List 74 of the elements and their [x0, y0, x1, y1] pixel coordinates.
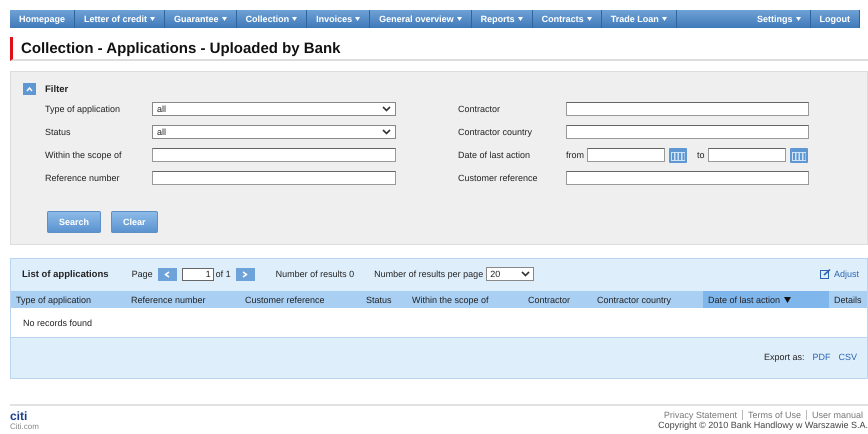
- page-count: of 1: [216, 269, 231, 279]
- list-title: List of applications: [22, 268, 109, 280]
- nav-menu-item[interactable]: Letter of credit: [75, 10, 166, 28]
- per-page-dropdown[interactable]: 20: [486, 267, 534, 281]
- text-field[interactable]: [566, 125, 809, 139]
- nav-menu-item[interactable]: General overview: [370, 10, 472, 28]
- calendar-icon[interactable]: [790, 147, 808, 163]
- chevron-left-icon: [164, 270, 170, 278]
- column-header[interactable]: Customer reference: [240, 291, 361, 308]
- text-field[interactable]: [152, 171, 396, 185]
- date-field[interactable]: [587, 148, 665, 162]
- copyright: Copyright © 2010 Bank Handlowy w Warszawie S.A.: [658, 420, 868, 430]
- page-title: Collection - Applications - Uploaded by Bank: [21, 40, 340, 56]
- next-page-button[interactable]: [236, 268, 255, 280]
- export-link[interactable]: PDF: [812, 352, 830, 362]
- per-page-label: Number of results per page: [374, 269, 484, 279]
- nav-menu-item[interactable]: Contracts: [532, 10, 602, 28]
- column-header[interactable]: Type of application: [11, 291, 126, 308]
- chevron-icon: [521, 271, 530, 277]
- page-field[interactable]: 1: [182, 268, 214, 280]
- collapse-toggle[interactable]: [23, 83, 36, 95]
- from-label: from: [566, 150, 584, 160]
- field-label: Contractor: [458, 104, 502, 114]
- field-label: Within the scope of: [45, 150, 123, 160]
- field-label: Reference number: [45, 173, 121, 183]
- date-field[interactable]: [708, 148, 786, 162]
- footer-link[interactable]: Privacy Statement: [658, 410, 742, 420]
- footer-link[interactable]: User manual: [806, 410, 868, 420]
- logo[interactable]: citi: [10, 410, 39, 422]
- text-field[interactable]: [566, 102, 809, 116]
- to-label: to: [697, 150, 705, 160]
- page-label: Page: [132, 269, 153, 279]
- empty-message: No records found: [11, 308, 867, 338]
- dropdown-field[interactable]: all: [152, 102, 396, 116]
- nav-menu-item[interactable]: Guarantee: [165, 10, 237, 28]
- dropdown-field[interactable]: all: [152, 125, 396, 139]
- chevron-icon: [382, 129, 391, 135]
- nav-menu-item[interactable]: Collection: [236, 10, 308, 28]
- search-button[interactable]: Search: [47, 211, 102, 233]
- previous-page-button[interactable]: [158, 268, 177, 280]
- calendar-icon[interactable]: [669, 147, 687, 163]
- column-header[interactable]: Contractor: [523, 291, 592, 308]
- export-label: Export as:: [764, 352, 804, 362]
- field-label: Contractor country: [458, 127, 534, 137]
- nav-menu-item[interactable]: Settings: [748, 10, 810, 28]
- field-label: Customer reference: [458, 173, 539, 183]
- column-header[interactable]: Date of last action: [703, 291, 829, 308]
- column-header[interactable]: Status: [361, 291, 407, 308]
- export-link[interactable]: CSV: [838, 352, 857, 362]
- column-header[interactable]: Reference number: [126, 291, 240, 308]
- nav-menu-item[interactable]: Reports: [472, 10, 533, 28]
- text-field[interactable]: [152, 148, 396, 162]
- results-count: Number of results 0: [276, 269, 354, 279]
- text-field[interactable]: [566, 171, 809, 185]
- chevron-right-icon: [242, 270, 248, 278]
- column-header[interactable]: Within the scope of: [407, 291, 523, 308]
- field-label: Type of application: [45, 104, 122, 114]
- site-link[interactable]: Citi.com: [10, 422, 39, 431]
- nav-menu-item[interactable]: Invoices: [307, 10, 370, 28]
- field-label: Status: [45, 127, 72, 137]
- edit-icon: [820, 269, 831, 279]
- sort-icon: [784, 296, 792, 302]
- adjust-link[interactable]: Adjust: [820, 269, 859, 279]
- column-header[interactable]: Contractor country: [592, 291, 703, 308]
- clear-button[interactable]: Clear: [111, 211, 158, 233]
- footer-link[interactable]: Terms of Use: [742, 410, 806, 420]
- field-label: Date of last action: [458, 150, 532, 160]
- chevron-icon: [382, 106, 391, 112]
- nav-menu-item[interactable]: Logout: [810, 10, 860, 28]
- column-header[interactable]: Details: [829, 291, 868, 308]
- chevron-icon: [26, 86, 33, 92]
- nav-menu-item[interactable]: Trade Loan: [602, 10, 677, 28]
- filter-title: Filter: [45, 84, 68, 94]
- nav-menu-item[interactable]: Homepage: [10, 10, 76, 28]
